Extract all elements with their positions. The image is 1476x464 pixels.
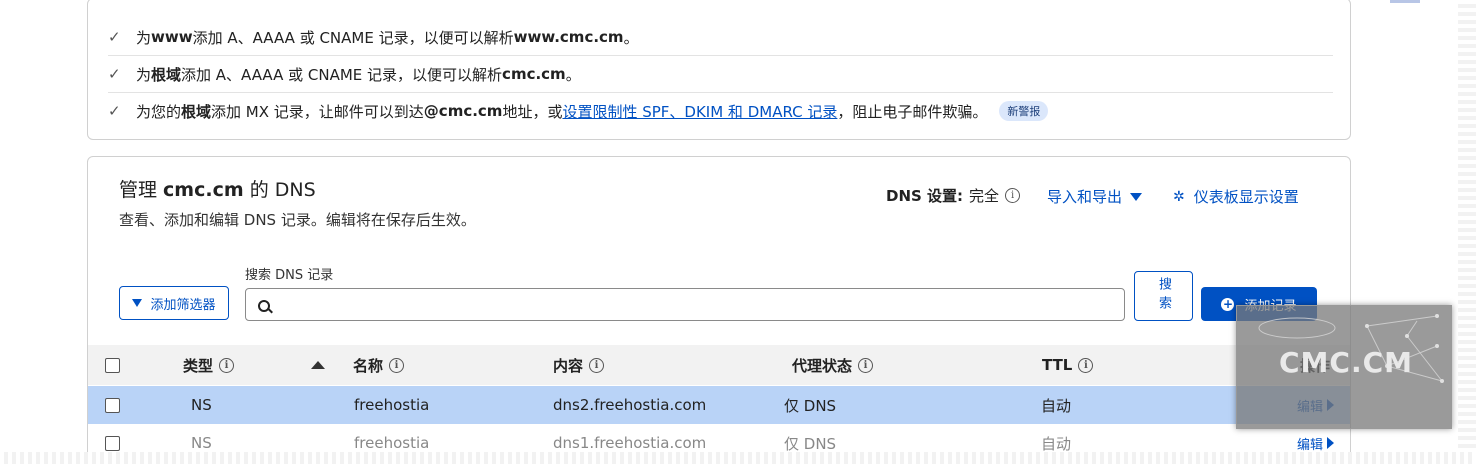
suggestion-text: 添加 A、AAAA 或 CNAME 记录，以便可以解析 bbox=[192, 28, 514, 47]
column-proxy-label: 代理状态 bbox=[792, 356, 853, 375]
page-title: 管理 cmc.cm 的 DNS bbox=[119, 175, 316, 202]
plus-icon: + bbox=[1221, 296, 1235, 311]
expand-arrow-icon bbox=[1327, 437, 1335, 449]
record-name: freehostia bbox=[354, 396, 430, 414]
title-text: 的 DNS bbox=[243, 179, 316, 201]
info-icon[interactable]: i bbox=[219, 357, 235, 373]
table-row[interactable]: NS freehostia dns1.freehostia.com 仅 DNS … bbox=[88, 424, 1350, 453]
suggestion-domain: @cmc.cm bbox=[423, 102, 503, 120]
suggestion-bold: 根域 bbox=[151, 65, 182, 84]
filter-button-label: 添加筛选器 bbox=[150, 297, 216, 313]
dns-records-card: 管理 cmc.cm 的 DNS 查看、添加和编辑 DNS 记录。编辑将在保存后生… bbox=[87, 156, 1351, 453]
search-input[interactable] bbox=[245, 288, 1125, 321]
caret-down-icon bbox=[1130, 192, 1143, 201]
column-proxy[interactable]: 代理状态 i bbox=[792, 345, 874, 385]
record-type: NS bbox=[191, 434, 212, 452]
column-name[interactable]: 名称 i bbox=[353, 345, 405, 385]
suggestion-domain: cmc.cm bbox=[502, 65, 566, 83]
check-icon: ✓ bbox=[108, 28, 121, 46]
dns-page: ✓ 为 www 添加 A、AAAA 或 CNAME 记录，以便可以解析 www.… bbox=[0, 0, 1459, 453]
search-label: 搜索 DNS 记录 bbox=[245, 268, 334, 283]
dns-suggestions-card: ✓ 为 www 添加 A、AAAA 或 CNAME 记录，以便可以解析 www.… bbox=[87, 0, 1420, 140]
suggestion-mx: ✓ 为您的 根域 添加 MX 记录，让邮件可以到达 @cmc.cm 地址，或 设置限制… bbox=[108, 93, 1333, 129]
record-ttl: 自动 bbox=[1041, 396, 1072, 415]
record-ttl: 自动 bbox=[1041, 434, 1072, 453]
row-checkbox[interactable] bbox=[105, 435, 120, 451]
column-ttl-label: TTL bbox=[1042, 356, 1073, 374]
suggestion-domain: www.cmc.cm bbox=[513, 28, 624, 46]
title-text: 管理 bbox=[119, 179, 164, 201]
dns-settings-value: 完全 bbox=[969, 187, 1000, 205]
suggestion-www: ✓ 为 www 添加 A、AAAA 或 CNAME 记录，以便可以解析 www.… bbox=[108, 19, 1333, 56]
scroll-indicator bbox=[1390, 0, 1420, 3]
suggestion-text: 添加 A、AAAA 或 CNAME 记录，以便可以解析 bbox=[181, 65, 503, 84]
suggestion-text: 地址，或 bbox=[502, 102, 563, 121]
watermark-logo: CMC.CM bbox=[1236, 305, 1452, 429]
title-domain: cmc.cm bbox=[163, 179, 244, 201]
suggestion-text: 为 bbox=[136, 28, 152, 47]
table-row[interactable]: NS freehostia dns2.freehostia.com 仅 DNS … bbox=[88, 386, 1350, 424]
filter-icon bbox=[132, 299, 143, 307]
record-proxy-status: 仅 DNS bbox=[784, 434, 837, 453]
watermark-text: CMC.CM bbox=[1279, 346, 1414, 379]
column-content[interactable]: 内容 i bbox=[553, 345, 605, 385]
suggestion-text: ，阻止电子邮件欺骗。 bbox=[837, 102, 988, 121]
info-icon[interactable]: i bbox=[389, 357, 405, 373]
suggestion-text: 为 bbox=[136, 65, 152, 84]
import-export-label: 导入和导出 bbox=[1047, 188, 1123, 206]
import-export-dropdown[interactable]: 导入和导出 bbox=[1047, 186, 1143, 207]
page-subtitle: 查看、添加和编辑 DNS 记录。编辑将在保存后生效。 bbox=[119, 211, 476, 229]
info-icon[interactable]: i bbox=[858, 357, 874, 373]
new-alert-badge: 新警报 bbox=[999, 101, 1049, 121]
sort-ascending-icon[interactable] bbox=[311, 361, 325, 369]
suggestion-text: 。 bbox=[565, 65, 581, 84]
info-icon[interactable]: i bbox=[1078, 357, 1094, 373]
check-icon: ✓ bbox=[108, 65, 121, 83]
record-proxy-status: 仅 DNS bbox=[784, 396, 837, 415]
torn-edge-right bbox=[1458, 0, 1476, 464]
row-checkbox[interactable] bbox=[105, 397, 120, 413]
dashboard-display-settings[interactable]: ✲ 仪表板显示设置 bbox=[1173, 186, 1299, 207]
column-type-label: 类型 bbox=[183, 356, 214, 375]
edit-record-button[interactable]: 编辑 bbox=[1297, 434, 1335, 453]
info-icon[interactable]: i bbox=[1005, 188, 1021, 203]
check-icon: ✓ bbox=[108, 102, 121, 120]
record-content: dns2.freehostia.com bbox=[553, 396, 707, 414]
table-header: 类型 i 名称 i 内容 i 代理状态 i TTL i 操作 bbox=[88, 345, 1350, 385]
suggestion-text: 为您的 bbox=[136, 102, 182, 121]
suggestion-text: 添加 MX 记录，让邮件可以到达 bbox=[211, 102, 424, 121]
suggestion-root: ✓ 为根域 添加 A、AAAA 或 CNAME 记录，以便可以解析 cmc.cm。 bbox=[108, 56, 1333, 93]
suggestion-bold: 根域 bbox=[181, 102, 212, 121]
edit-label: 编辑 bbox=[1297, 437, 1324, 453]
dns-settings: DNS 设置: 完全 i bbox=[886, 185, 1021, 206]
record-name: freehostia bbox=[354, 434, 430, 452]
select-all-checkbox[interactable] bbox=[105, 357, 120, 373]
column-content-label: 内容 bbox=[553, 356, 584, 375]
email-security-link[interactable]: 设置限制性 SPF、DKIM 和 DMARC 记录 bbox=[562, 101, 837, 122]
record-content: dns1.freehostia.com bbox=[553, 434, 707, 452]
dns-settings-label: DNS 设置: bbox=[886, 187, 964, 205]
column-type[interactable]: 类型 i bbox=[183, 345, 235, 385]
dashboard-settings-label: 仪表板显示设置 bbox=[1193, 188, 1299, 206]
record-type: NS bbox=[191, 396, 212, 414]
search-button-label: 搜索 bbox=[1156, 277, 1171, 315]
torn-edge-bottom bbox=[0, 452, 1476, 464]
info-icon[interactable]: i bbox=[589, 357, 605, 373]
suggestion-text: 。 bbox=[623, 28, 639, 47]
column-ttl[interactable]: TTL i bbox=[1042, 345, 1094, 385]
search-button[interactable]: 搜索 bbox=[1134, 271, 1193, 321]
search-icon bbox=[258, 300, 270, 312]
suggestion-bold: www bbox=[151, 28, 193, 46]
gear-icon: ✲ bbox=[1173, 188, 1185, 205]
column-name-label: 名称 bbox=[353, 356, 384, 375]
add-filter-button[interactable]: 添加筛选器 bbox=[119, 286, 229, 320]
